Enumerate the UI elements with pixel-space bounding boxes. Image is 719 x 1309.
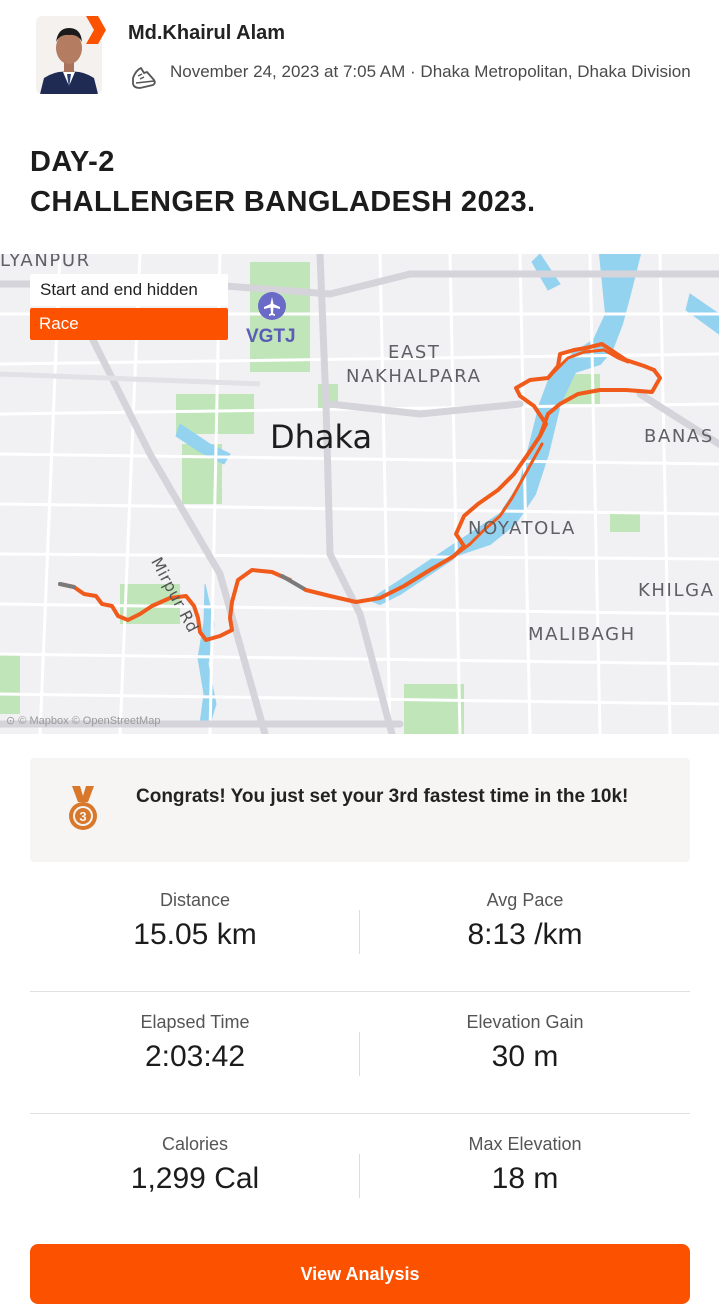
stat-label: Distance xyxy=(159,890,231,910)
stat-value: 2:03:42 xyxy=(144,1040,246,1073)
stat-elapsed-time: Elapsed Time 2:03:42 xyxy=(30,992,360,1114)
stat-value: 30 m xyxy=(491,1040,559,1073)
stat-distance: Distance 15.05 km xyxy=(30,870,360,992)
view-analysis-button[interactable]: View Analysis xyxy=(30,1244,690,1304)
map-label-malibagh: MALIBAGH xyxy=(528,624,636,645)
stat-value: 1,299 Cal xyxy=(130,1162,260,1195)
airport-icon xyxy=(258,292,286,320)
stat-label: Avg Pace xyxy=(486,890,564,910)
title-line-2: CHALLENGER BANGLADESH 2023. xyxy=(30,186,536,218)
privacy-badge: Start and end hidden xyxy=(30,274,228,306)
airport-code: VGTJ xyxy=(246,326,296,347)
stats-row: Distance 15.05 km Avg Pace 8:13 /km xyxy=(30,870,690,992)
route-map[interactable]: LYANPUR EAST NAKHALPARA BANAS NOYATOLA K… xyxy=(0,254,719,734)
stats-grid: Distance 15.05 km Avg Pace 8:13 /km Elap… xyxy=(30,870,690,1236)
achievement-card[interactable]: 3 Congrats! You just set your 3rd fastes… xyxy=(30,758,690,862)
activity-header: Md.Khairul Alam November 24, 2023 at 7:0… xyxy=(0,0,719,120)
achievement-text: Congrats! You just set your 3rd fastest … xyxy=(136,786,629,807)
stat-label: Elevation Gain xyxy=(466,1012,584,1032)
shoe-icon xyxy=(132,67,156,89)
map-label-noyatola: NOYATOLA xyxy=(468,518,576,539)
avatar[interactable] xyxy=(34,16,106,94)
stat-label: Elapsed Time xyxy=(140,1012,250,1032)
stats-row: Calories 1,299 Cal Max Elevation 18 m xyxy=(30,1114,690,1236)
stats-row: Elapsed Time 2:03:42 Elevation Gain 30 m xyxy=(30,992,690,1114)
map-label-east: EAST xyxy=(388,342,441,363)
attribution-text: © Mapbox © OpenStreetMap xyxy=(18,715,161,727)
stat-max-elevation: Max Elevation 18 m xyxy=(360,1114,690,1236)
stat-calories: Calories 1,299 Cal xyxy=(30,1114,360,1236)
map-attribution[interactable]: ⊙ © Mapbox © OpenStreetMap xyxy=(6,714,160,727)
activity-meta: November 24, 2023 at 7:05 AM · Dhaka Met… xyxy=(170,62,691,81)
strava-badge-icon xyxy=(86,16,106,44)
map-city-label: Dhaka xyxy=(270,418,373,456)
map-label-nakhalpara: NAKHALPARA xyxy=(346,366,482,387)
title-line-1: DAY-2 xyxy=(30,146,115,178)
stat-value: 18 m xyxy=(491,1162,559,1195)
mapbox-icon: ⊙ xyxy=(6,715,19,727)
activity-type-badge: Race xyxy=(30,308,228,340)
athlete-name[interactable]: Md.Khairul Alam xyxy=(128,22,285,45)
map-label-khilgaon: KHILGA xyxy=(638,580,715,601)
medal-icon: 3 xyxy=(69,786,97,830)
stat-avg-pace: Avg Pace 8:13 /km xyxy=(360,870,690,992)
activity-title: DAY-2 CHALLENGER BANGLADESH 2023. xyxy=(30,142,536,222)
map-label-kalyanpur: LYANPUR xyxy=(0,254,91,271)
stat-value: 8:13 /km xyxy=(467,918,583,951)
stat-label: Calories xyxy=(161,1134,229,1154)
map-label-banasree: BANAS xyxy=(644,426,714,447)
stat-value: 15.05 km xyxy=(133,918,257,951)
medal-rank: 3 xyxy=(79,809,86,824)
stat-elevation-gain: Elevation Gain 30 m xyxy=(360,992,690,1114)
stat-label: Max Elevation xyxy=(468,1134,582,1154)
